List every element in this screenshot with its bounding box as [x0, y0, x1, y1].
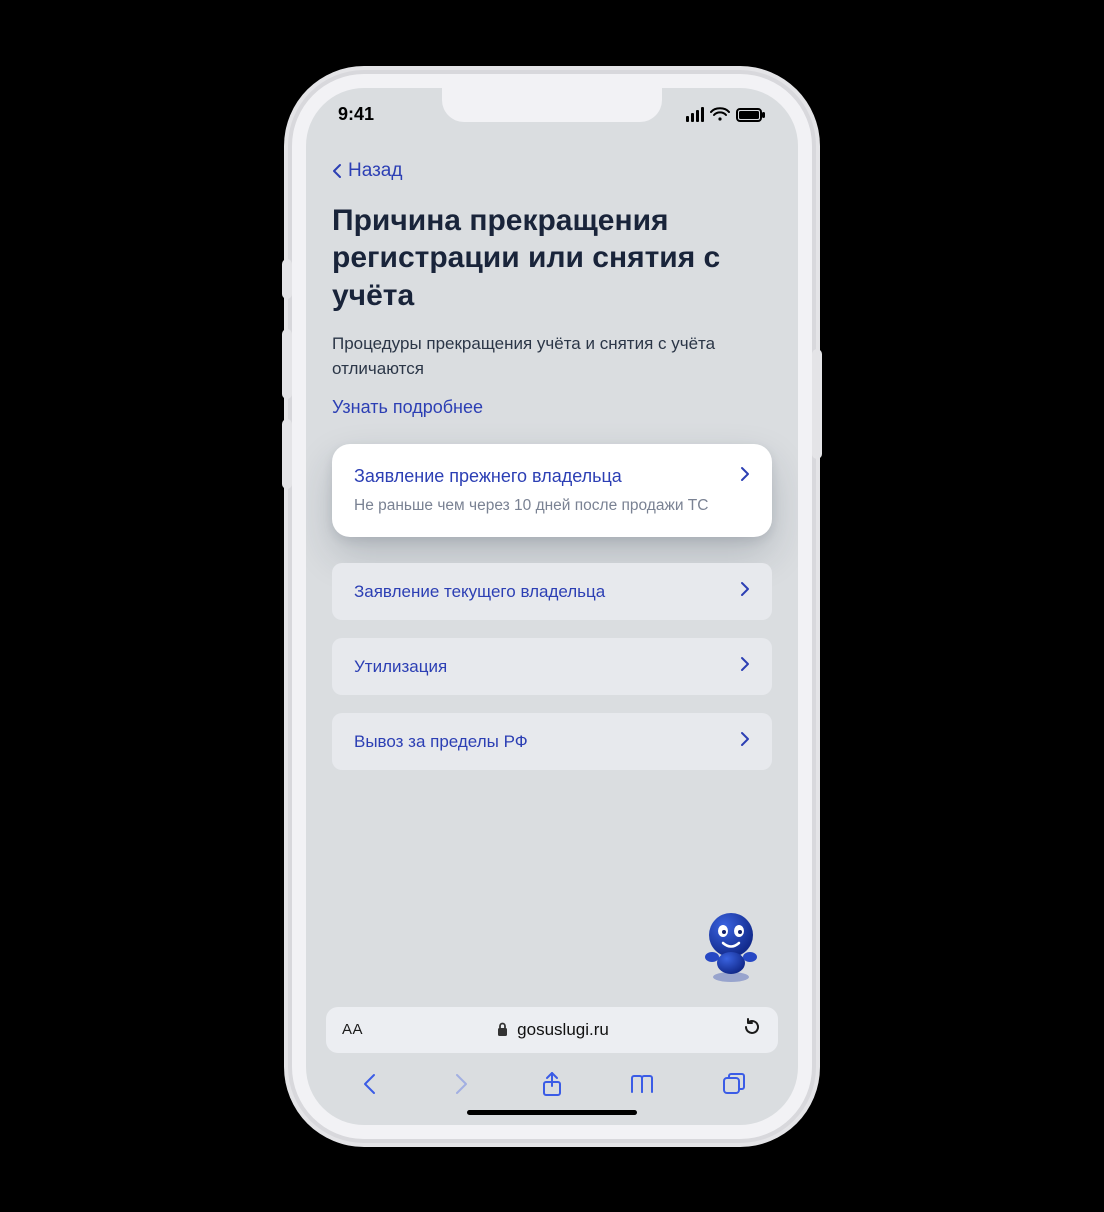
- back-button[interactable]: Назад: [332, 152, 772, 196]
- option-utilization[interactable]: Утилизация: [332, 638, 772, 695]
- status-time: 9:41: [338, 104, 374, 125]
- home-indicator[interactable]: [467, 1110, 637, 1115]
- reload-button[interactable]: [742, 1017, 762, 1043]
- option-current-owner[interactable]: Заявление текущего владельца: [332, 563, 772, 620]
- status-icons: [686, 107, 766, 122]
- phone-side-button: [282, 259, 292, 299]
- option-label: Заявление текущего владельца: [354, 582, 605, 602]
- chevron-right-icon: [740, 731, 750, 752]
- phone-frame: 9:41 Назад Причина прекращения регистр: [292, 74, 812, 1139]
- option-label: Заявление прежнего владельца: [354, 466, 622, 487]
- phone-screen: 9:41 Назад Причина прекращения регистр: [306, 88, 798, 1125]
- nav-forward-button[interactable]: [446, 1069, 476, 1099]
- cellular-icon: [686, 107, 704, 122]
- nav-back-button[interactable]: [355, 1069, 385, 1099]
- bookmarks-button[interactable]: [628, 1069, 658, 1099]
- tabs-button[interactable]: [719, 1069, 749, 1099]
- phone-side-button: [812, 349, 822, 459]
- option-previous-owner[interactable]: Заявление прежнего владельца Не раньше ч…: [332, 444, 772, 537]
- lock-icon: [496, 1022, 509, 1037]
- chevron-right-icon: [740, 466, 750, 487]
- share-button[interactable]: [537, 1069, 567, 1099]
- page-content: Назад Причина прекращения регистрации ил…: [306, 142, 798, 995]
- phone-notch: [442, 88, 662, 122]
- page-title: Причина прекращения регистрации или снят…: [332, 202, 772, 315]
- back-label: Назад: [348, 160, 402, 182]
- text-size-button[interactable]: AA: [342, 1021, 363, 1038]
- option-label: Утилизация: [354, 657, 447, 677]
- chevron-left-icon: [332, 163, 342, 179]
- chevron-right-icon: [740, 581, 750, 602]
- option-description: Не раньше чем через 10 дней после продаж…: [354, 497, 750, 515]
- url-host: gosuslugi.ru: [496, 1020, 609, 1040]
- option-export[interactable]: Вывоз за пределы РФ: [332, 713, 772, 770]
- phone-side-button: [282, 329, 292, 399]
- chevron-right-icon: [740, 656, 750, 677]
- assistant-bot-icon[interactable]: [696, 905, 766, 985]
- wifi-icon: [710, 107, 730, 122]
- battery-icon: [736, 108, 766, 122]
- page-subtitle: Процедуры прекращения учёта и снятия с у…: [332, 332, 772, 381]
- option-label: Вывоз за пределы РФ: [354, 732, 528, 752]
- phone-side-button: [282, 419, 292, 489]
- learn-more-link[interactable]: Узнать подробнее: [332, 397, 772, 418]
- browser-url-bar[interactable]: AA gosuslugi.ru: [326, 1007, 778, 1053]
